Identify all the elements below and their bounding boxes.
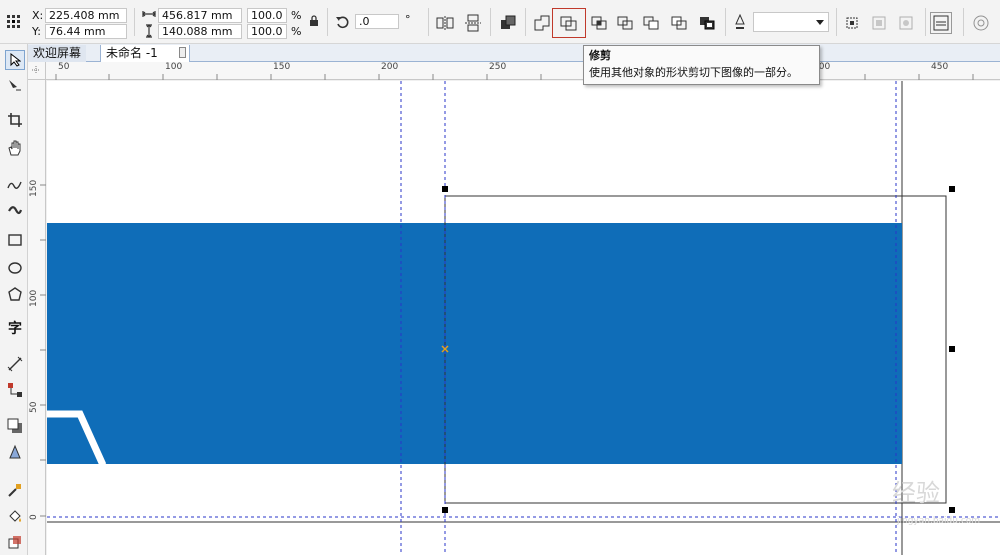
ruler-tick-label: 150 — [273, 62, 291, 72]
property-bar: X: 225.408 mm Y: 76.44 mm 456.817 mm 140… — [0, 0, 1000, 44]
watermark-text: 经验 — [892, 479, 940, 507]
rectangle-tool-icon[interactable] — [5, 230, 25, 250]
width-field[interactable]: 456.817 mm — [158, 8, 242, 23]
document-tab-bar: 欢迎屏幕 未命名 -1 — [28, 44, 1000, 62]
selection-handle[interactable] — [949, 507, 955, 513]
pick-tool-icon[interactable] — [5, 50, 25, 70]
artistic-media-icon[interactable] — [5, 200, 25, 220]
options-icon[interactable] — [970, 12, 992, 34]
ruler-tick-label: 50 — [29, 401, 39, 413]
toolbox: 字 — [0, 44, 28, 555]
degree-label: ° — [405, 13, 411, 26]
tab-welcome-screen[interactable]: 欢迎屏幕 — [28, 45, 87, 62]
blue-banner-rect — [47, 223, 902, 464]
text-tool-icon[interactable]: 字 — [5, 318, 25, 338]
separator — [925, 8, 926, 36]
ruler-tick-label: 200 — [381, 62, 399, 72]
tooltip-title: 修剪 — [589, 49, 611, 62]
polygon-tool-icon[interactable] — [5, 284, 25, 304]
vertical-ruler[interactable]: 150 100 50 0 — [28, 80, 46, 555]
outline-pen-icon[interactable] — [731, 13, 749, 31]
scale-height-field[interactable]: 100.0 — [247, 24, 287, 39]
height-icon — [140, 23, 158, 39]
tab-scroll-icon[interactable] — [179, 47, 186, 58]
freehand-tool-icon[interactable] — [5, 174, 25, 194]
front-minus-back-icon[interactable] — [640, 12, 662, 34]
rotation-field[interactable]: .0 — [355, 14, 399, 29]
x-position-field[interactable]: 225.408 mm — [45, 8, 127, 23]
selection-handle[interactable] — [442, 507, 448, 513]
ruler-tick-label: 150 — [29, 179, 39, 197]
back-minus-front-icon[interactable] — [668, 12, 690, 34]
ruler-origin[interactable] — [28, 62, 46, 80]
separator — [725, 8, 726, 36]
percent-label: % — [291, 25, 302, 38]
transparency-icon[interactable] — [5, 442, 25, 462]
drop-shadow-icon[interactable] — [5, 416, 25, 436]
trim-tooltip: 修剪 使用其他对象的形状剪切下图像的一部分。 — [583, 45, 820, 85]
y-label: Y: — [32, 25, 41, 38]
ruler-tick-label: 450 — [931, 62, 949, 72]
separator — [490, 8, 491, 36]
ruler-tick-label: 250 — [489, 62, 507, 72]
fill-tool-icon[interactable] — [5, 506, 25, 526]
align-icon[interactable] — [841, 12, 863, 34]
separator — [134, 8, 135, 36]
parallel-dimension-icon[interactable] — [5, 354, 25, 374]
tooltip-description: 使用其他对象的形状剪切下图像的一部分。 — [589, 66, 798, 79]
shape-tool-icon[interactable] — [5, 76, 25, 96]
selection-handle[interactable] — [949, 346, 955, 352]
ruler-tick-label: 50 — [58, 62, 70, 72]
trim-icon[interactable] — [552, 8, 586, 38]
boundary-icon[interactable] — [696, 12, 718, 34]
percent-label: % — [291, 9, 302, 22]
ellipse-tool-icon[interactable] — [5, 258, 25, 278]
separator — [525, 8, 526, 36]
y-position-field[interactable]: 76.44 mm — [45, 24, 127, 39]
x-label: X: — [32, 9, 44, 22]
pan-tool-icon[interactable] — [5, 138, 25, 158]
horizontal-ruler[interactable]: 50 100 150 200 250 300 350 400 450 — [46, 62, 1000, 80]
intersect-icon[interactable] — [588, 12, 610, 34]
rotate-icon — [333, 12, 353, 32]
tab-untitled-1[interactable]: 未命名 -1 — [100, 45, 190, 62]
crop-tool-icon[interactable] — [5, 110, 25, 130]
selection-handle[interactable] — [949, 186, 955, 192]
connector-tool-icon[interactable] — [5, 380, 25, 400]
drawing-canvas[interactable]: 经验 jingyan.baidu.com — [47, 81, 1000, 555]
chevron-down-icon[interactable] — [812, 14, 828, 30]
object-origin-icon[interactable] — [4, 12, 24, 32]
wrap-text-icon[interactable] — [930, 12, 952, 34]
scale-width-field[interactable]: 100.0 — [247, 8, 287, 23]
selection-handle[interactable] — [442, 186, 448, 192]
smart-fill-icon[interactable] — [5, 532, 25, 552]
separator — [963, 8, 964, 36]
lock-ratio-icon[interactable] — [306, 13, 322, 29]
separator — [327, 8, 328, 36]
eyedropper-icon[interactable] — [5, 480, 25, 500]
combine-icon[interactable] — [497, 12, 519, 34]
height-field[interactable]: 140.088 mm — [158, 24, 242, 39]
weld-icon[interactable] — [531, 12, 553, 34]
ruler-tick-label: 100 — [165, 62, 183, 72]
separator — [428, 8, 429, 36]
simplify-icon[interactable] — [614, 12, 636, 34]
mirror-vertical-icon[interactable] — [462, 12, 484, 34]
create-boundary-icon[interactable] — [868, 12, 890, 34]
mirror-horizontal-icon[interactable] — [434, 12, 456, 34]
ruler-tick-label: 100 — [29, 289, 39, 307]
convert-to-curves-icon[interactable] — [895, 12, 917, 34]
watermark-sub: jingyan.baidu.com — [896, 516, 980, 526]
width-icon — [140, 6, 158, 22]
ruler-tick-label: 0 — [29, 514, 39, 520]
separator — [836, 8, 837, 36]
